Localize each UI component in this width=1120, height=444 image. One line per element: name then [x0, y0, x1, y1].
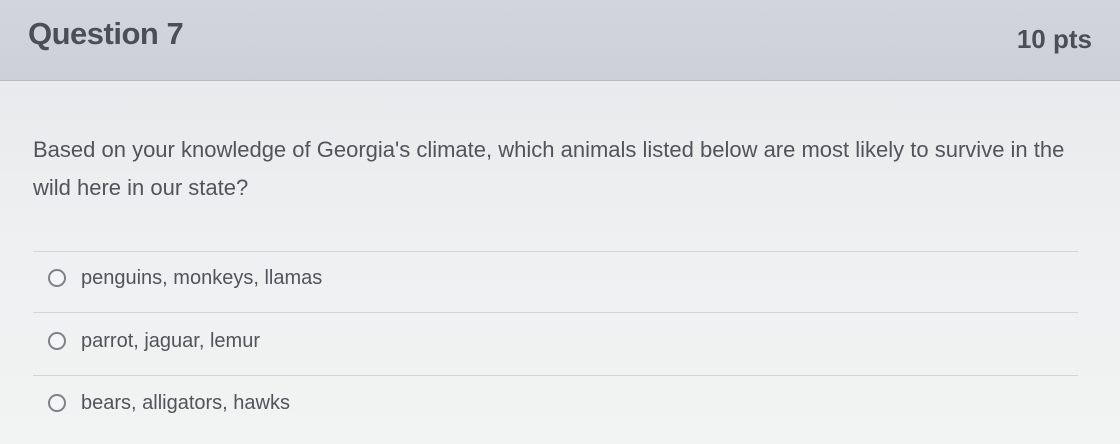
radio-button-icon[interactable] [48, 332, 66, 350]
answer-label: penguins, monkeys, llamas [81, 266, 323, 289]
answer-divider [33, 251, 1078, 252]
quiz-question-card: Question 7 10 pts Based on your knowledg… [0, 0, 1120, 444]
question-points: 10 pts [1016, 24, 1092, 54]
question-title: Question 7 [28, 16, 184, 51]
question-body: Based on your knowledge of Georgia's cli… [0, 81, 1120, 444]
question-header: Question 7 10 pts [0, 0, 1120, 81]
answer-divider [33, 375, 1078, 376]
answer-option-3[interactable]: bears, alligators, hawks [48, 383, 290, 423]
radio-button-icon[interactable] [48, 394, 66, 412]
radio-button-icon[interactable] [48, 269, 66, 287]
answer-option-2[interactable]: parrot, jaguar, lemur [48, 321, 260, 361]
answer-label: parrot, jaguar, lemur [81, 329, 260, 352]
answer-option-1[interactable]: penguins, monkeys, llamas [48, 258, 322, 298]
question-text: Based on your knowledge of Georgia's cli… [33, 137, 1065, 200]
answer-label: bears, alligators, hawks [81, 391, 290, 414]
answer-divider [33, 312, 1078, 313]
